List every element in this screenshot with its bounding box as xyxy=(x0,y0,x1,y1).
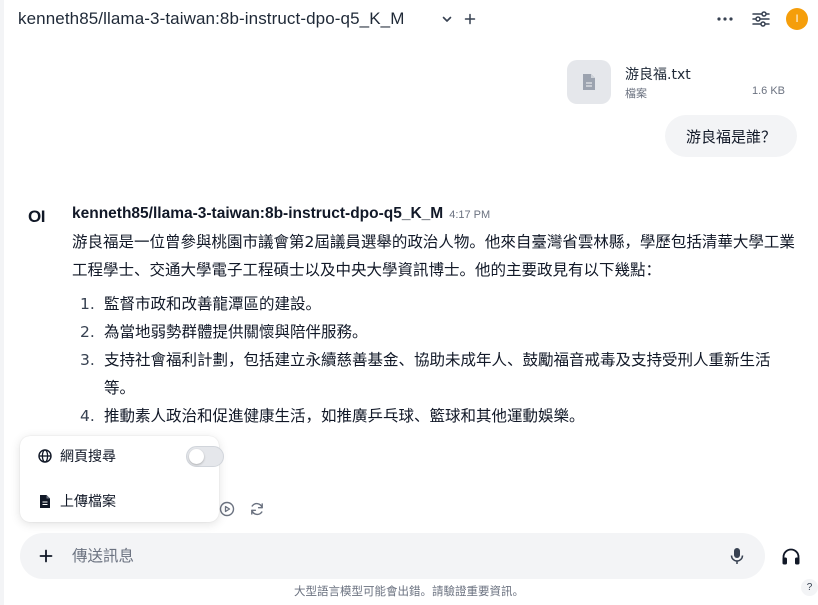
microphone-icon[interactable] xyxy=(727,546,747,566)
document-icon xyxy=(37,493,53,509)
model-selector-label[interactable]: kenneth85/llama-3-taiwan:8b-instruct-dpo… xyxy=(18,9,404,29)
user-message-bubble: 游良福是誰？ xyxy=(665,115,798,157)
user-avatar[interactable]: I xyxy=(786,8,808,30)
list-text: 推動素人政治和促進健康生活，如推廣乒乓球、籃球和其他運動娛樂。 xyxy=(104,407,585,425)
list-item: 4. 推動素人政治和促進健康生活，如推廣乒乓球、籃球和其他運動娛樂。 xyxy=(72,402,798,430)
web-search-label: 網頁搜尋 xyxy=(60,449,116,465)
regenerate-icon[interactable] xyxy=(248,500,266,518)
upload-file-option[interactable]: 上傳檔案 xyxy=(20,481,219,521)
assistant-response-list: 1. 監督市政和改善龍潭區的建設。 2. 為當地弱勢群體提供關懷與陪伴服務。 3. 支… xyxy=(72,290,798,430)
message-actions xyxy=(218,500,266,518)
disclaimer-text: 大型語言模型可能會出錯。請驗證重要資訊。 xyxy=(294,584,524,598)
list-number: 3. xyxy=(80,351,95,369)
list-number: 4. xyxy=(80,407,95,425)
message-input-bar xyxy=(20,533,765,579)
list-text: 為當地弱勢群體提供關懷與陪伴服務。 xyxy=(104,323,368,341)
assistant-response-paragraph: 游良福是一位曾參與桃園市議會第2屆議員選舉的政治人物。他來自臺灣省雲林縣，學歷包… xyxy=(72,233,795,279)
top-bar: kenneth85/llama-3-taiwan:8b-instruct-dpo… xyxy=(0,0,818,38)
continue-response-icon[interactable] xyxy=(218,500,236,518)
web-search-option[interactable]: 網頁搜尋 xyxy=(20,436,224,476)
assistant-model-name: kenneth85/llama-3-taiwan:8b-instruct-dpo… xyxy=(72,205,444,222)
list-item: 2. 為當地弱勢群體提供關懷與陪伴服務。 xyxy=(72,318,798,346)
globe-icon xyxy=(37,448,53,464)
add-attachment-button[interactable] xyxy=(35,545,57,567)
list-item: 3. 支持社會福利計劃，包括建立永續慈善基金、協助未成年人、鼓勵福音戒毒及支持受刑… xyxy=(72,346,798,402)
assistant-name: kenneth85/llama-3-taiwan:8b-instruct-dpo… xyxy=(72,205,490,223)
file-document-icon xyxy=(567,60,611,104)
add-model-icon[interactable] xyxy=(462,11,478,27)
file-attachment-card[interactable]: 游良福.txt 檔案 1.6 KB xyxy=(560,56,790,108)
list-number: 1. xyxy=(80,295,95,313)
file-name: 游良福.txt xyxy=(625,67,691,83)
assistant-logo: OI xyxy=(28,207,45,226)
sidebar-edge xyxy=(0,0,4,605)
web-search-toggle[interactable] xyxy=(186,446,224,467)
toggle-knob xyxy=(189,449,204,464)
list-item: 1. 監督市政和改善龍潭區的建設。 xyxy=(72,290,798,318)
list-text: 支持社會福利計劃，包括建立永續慈善基金、協助未成年人、鼓勵福音戒毒及支持受刑人重… xyxy=(104,351,771,397)
message-timestamp: 4:17 PM xyxy=(449,209,491,221)
file-type: 檔案 xyxy=(625,87,647,100)
controls-sliders-icon[interactable] xyxy=(751,9,771,29)
help-button[interactable]: ? xyxy=(801,579,818,596)
headphones-icon[interactable] xyxy=(780,545,802,567)
list-text: 監督市政和改善龍潭區的建設。 xyxy=(104,295,322,313)
upload-file-label: 上傳檔案 xyxy=(60,494,116,510)
input-options-menu: 網頁搜尋 上傳檔案 xyxy=(20,436,224,522)
list-number: 2. xyxy=(80,323,95,341)
more-options-icon[interactable] xyxy=(715,10,735,28)
message-input[interactable] xyxy=(72,541,712,571)
file-size: 1.6 KB xyxy=(751,85,785,97)
chevron-down-icon[interactable] xyxy=(440,12,454,26)
